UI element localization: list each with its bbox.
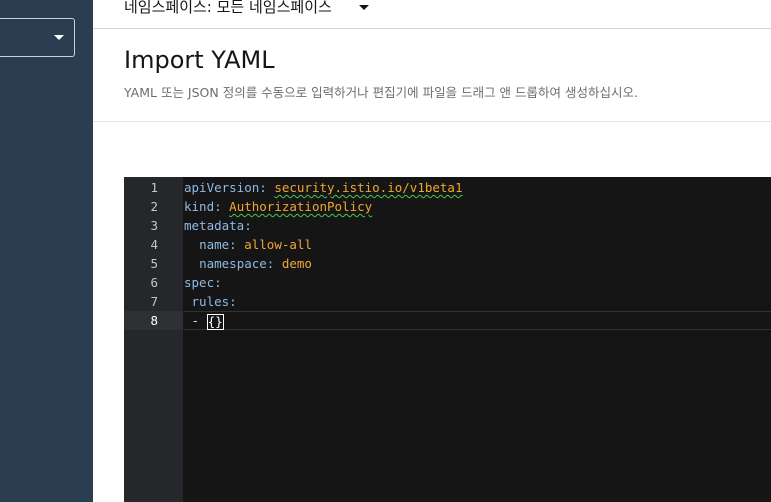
yaml-separator: :	[214, 275, 222, 290]
page-description: YAML 또는 JSON 정의를 수동으로 입력하거나 편집기에 파일을 드래그…	[124, 85, 638, 100]
code-line[interactable]: kind: AuthorizationPolicy	[184, 197, 771, 216]
code-line[interactable]: apiVersion: security.istio.io/v1beta1	[184, 178, 771, 197]
yaml-key: namespace	[199, 256, 267, 271]
yaml-separator: :	[229, 237, 245, 252]
yaml-separator: -	[191, 313, 207, 328]
page-title: Import YAML	[124, 46, 275, 74]
yaml-value-with-cursor: {}	[206, 313, 224, 330]
yaml-key: name	[199, 237, 230, 252]
yaml-editor[interactable]: 1 2 3 4 5 6 7 8 apiVersion: security.istio.io/v…	[124, 177, 771, 502]
line-number: 4	[150, 237, 158, 252]
line-number: 6	[150, 275, 158, 290]
yaml-separator: :	[266, 256, 282, 271]
yaml-key: kind	[184, 199, 215, 214]
yaml-separator: :	[244, 218, 252, 233]
line-number: 1	[150, 180, 158, 195]
yaml-value: security.istio.io/v1beta1	[274, 180, 463, 195]
code-line[interactable]: metadata:	[184, 216, 771, 235]
code-line[interactable]: name: allow-all	[184, 235, 771, 254]
line-numbers: 1 2 3 4 5 6 7 8	[124, 178, 158, 330]
line-number: 7	[150, 294, 158, 309]
line-number: 8	[150, 313, 158, 328]
sidebar	[0, 0, 93, 502]
yaml-value: AuthorizationPolicy	[229, 199, 373, 214]
line-number: 2	[150, 199, 158, 214]
yaml-key: rules	[191, 294, 230, 309]
code-line[interactable]: spec:	[184, 273, 771, 292]
yaml-value: demo	[281, 256, 312, 271]
yaml-separator: :	[214, 199, 230, 214]
yaml-key: spec	[184, 275, 215, 290]
code-line[interactable]: namespace: demo	[184, 254, 771, 273]
namespace-bar: 네임스페이스: 모든 네임스페이스	[93, 0, 771, 29]
yaml-separator: :	[229, 294, 237, 309]
code-line[interactable]: - {}	[184, 311, 771, 330]
code-line[interactable]: rules:	[184, 292, 771, 311]
yaml-value: allow-all	[244, 237, 312, 252]
yaml-key: apiVersion	[184, 180, 260, 195]
line-number: 3	[150, 218, 158, 233]
yaml-separator: :	[259, 180, 275, 195]
page-header: Import YAML YAML 또는 JSON 정의를 수동으로 입력하거나 …	[93, 30, 771, 122]
perspective-switcher[interactable]	[0, 18, 75, 57]
caret-down-icon[interactable]	[359, 5, 369, 10]
namespace-dropdown-label[interactable]: 네임스페이스: 모든 네임스페이스	[124, 0, 332, 17]
code-area[interactable]: apiVersion: security.istio.io/v1beta1 kin…	[184, 178, 771, 330]
line-number: 5	[150, 256, 158, 271]
caret-down-icon	[54, 35, 64, 40]
yaml-key: metadata	[184, 218, 245, 233]
